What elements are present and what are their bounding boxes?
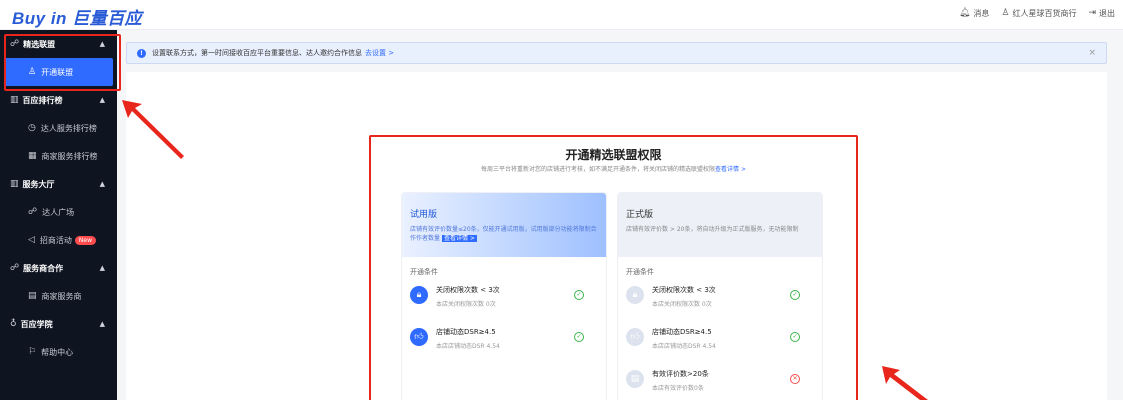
notice-text: 设置联系方式，第一时间接收百应平台重要信息、达人邀约合作信息	[152, 49, 362, 57]
sidebar-item-recruit-activity[interactable]: ◁ 招商活动 New	[0, 226, 117, 254]
sidebar-group-label: 百应学院	[20, 319, 53, 329]
clock-icon: ◷	[28, 122, 36, 133]
sidebar-item-merchant-partner[interactable]: ▤ 商家服务商	[0, 282, 117, 310]
chevron-up-icon: ▲	[99, 180, 105, 188]
sidebar-item-label: 帮助中心	[41, 347, 74, 357]
highlight-box-sidebar	[4, 34, 121, 91]
annotation-arrow-left	[122, 100, 184, 159]
app-logo[interactable]: Buy in 巨量百应	[12, 4, 142, 29]
annotation-arrow-right	[882, 366, 928, 400]
megaphone-icon: ◁	[28, 234, 35, 245]
chevron-up-icon: ▲	[99, 96, 105, 104]
sidebar-group-academy[interactable]: ♁ 百应学院 ▲	[0, 310, 117, 338]
sidebar-item-creator-ranking[interactable]: ◷ 达人服务排行榜	[0, 114, 117, 142]
highlight-box-panel	[369, 135, 858, 400]
messages-label: 消息	[973, 9, 990, 18]
chevron-up-icon: ▲	[99, 320, 105, 328]
chevron-up-icon: ▲	[99, 264, 105, 272]
sidebar-item-label: 商家服务商	[41, 291, 82, 301]
link-icon: ☍	[10, 262, 20, 273]
bell-icon: 🔔︎	[958, 8, 971, 18]
sidebar-group-label: 百应排行榜	[22, 95, 63, 105]
sidebar-item-merchant-ranking[interactable]: ▦ 商家服务排行榜	[0, 142, 117, 170]
top-bar: Buy in 巨量百应 🔔︎ 消息 ♙ 红人星球百货商行 ⇥ 退出	[0, 0, 1123, 30]
sidebar-item-help-center[interactable]: ⚐ 帮助中心	[0, 338, 117, 366]
sidebar-item-label: 达人服务排行榜	[40, 123, 97, 133]
top-right-actions: 🔔︎ 消息 ♙ 红人星球百货商行 ⇥ 退出	[959, 8, 1115, 19]
flag-icon: ⚐	[28, 346, 37, 357]
user-icon: ♙	[1001, 8, 1010, 18]
link-icon: ☍	[28, 206, 38, 217]
shop-account-button[interactable]: ♙ 红人星球百货商行	[1001, 8, 1076, 19]
logout-button[interactable]: ⇥ 退出	[1088, 8, 1115, 19]
close-icon[interactable]: ×	[1088, 48, 1096, 58]
shop-label: 红人星球百货商行	[1012, 9, 1077, 18]
logout-label: 退出	[1099, 9, 1115, 18]
messages-button[interactable]: 🔔︎ 消息	[959, 8, 989, 19]
sidebar-group-label: 服务商合作	[23, 263, 64, 273]
sidebar-group-service-hall[interactable]: ▥ 服务大厅 ▲	[0, 170, 117, 198]
sidebar-item-creator-square[interactable]: ☍ 达人广场	[0, 198, 117, 226]
bar-chart-icon: ▥	[10, 178, 19, 189]
notice-setup-link[interactable]: 去设置 >	[365, 48, 394, 58]
bar-chart-icon: ▥	[10, 94, 19, 105]
sidebar-item-label: 达人广场	[42, 207, 75, 217]
sidebar-item-label: 招商活动	[39, 235, 72, 245]
location-icon: ♁	[10, 318, 17, 329]
sidebar-group-partner[interactable]: ☍ 服务商合作 ▲	[0, 254, 117, 282]
sidebar-item-label: 商家服务排行榜	[41, 151, 98, 161]
logout-icon: ⇥	[1088, 8, 1096, 18]
info-icon: !	[137, 48, 146, 58]
chart-icon: ▦	[28, 150, 37, 161]
contact-notice-bar: ! 设置联系方式，第一时间接收百应平台重要信息、达人邀约合作信息 去设置 > ×	[126, 42, 1107, 64]
new-badge: New	[74, 235, 97, 245]
store-icon: ▤	[28, 290, 37, 301]
sidebar-group-label: 服务大厅	[22, 179, 55, 189]
